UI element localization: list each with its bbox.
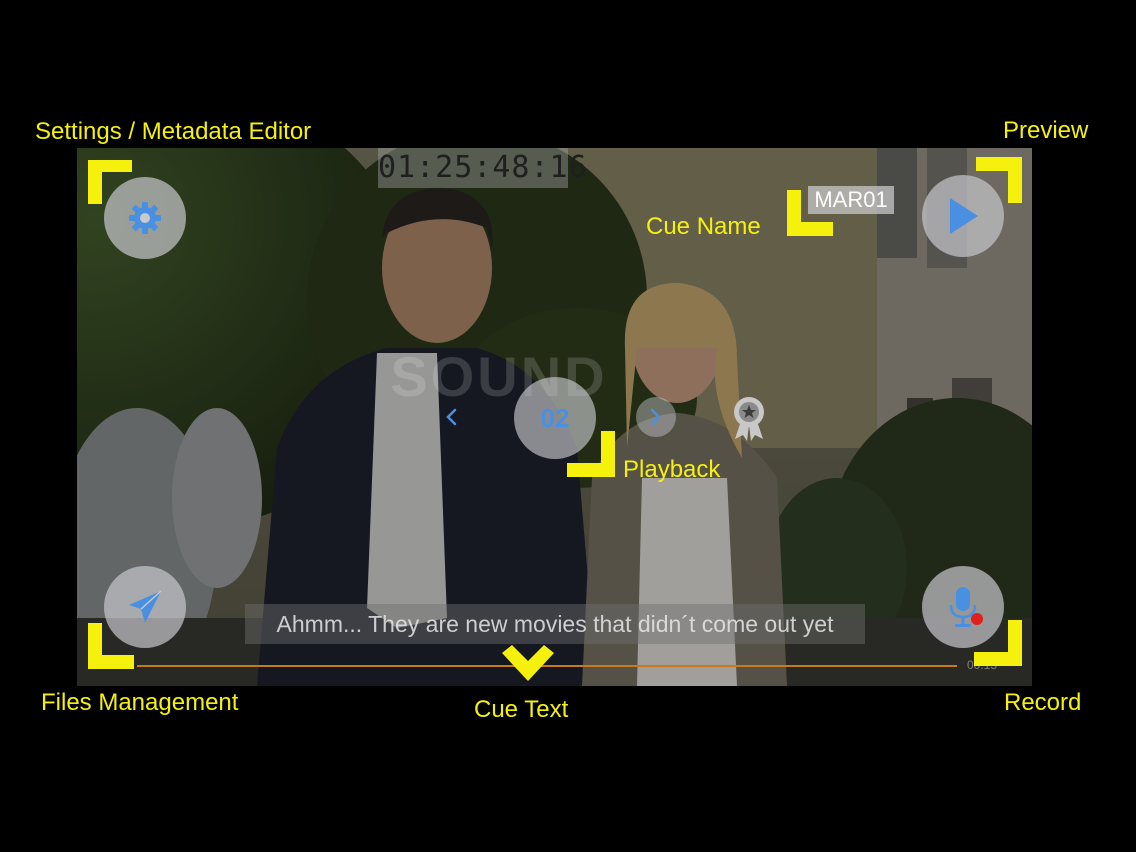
chevron-right-icon: [650, 408, 661, 426]
callout-record: Record: [1004, 689, 1082, 716]
callout-cue-name: Cue Name: [646, 213, 761, 240]
previous-cue-button[interactable]: [434, 400, 468, 434]
timecode-display: 01:25:48:16: [378, 148, 587, 188]
paper-plane-icon: [129, 590, 162, 623]
next-cue-button[interactable]: [636, 397, 676, 437]
chevron-down-cue-text-icon: [502, 645, 554, 681]
bracket-files-icon: [88, 623, 134, 669]
bracket-preview-icon: [976, 157, 1022, 203]
bracket-record-icon: [974, 620, 1022, 666]
bracket-settings-icon: [88, 160, 132, 204]
callout-cue-text: Cue Text: [474, 696, 569, 723]
cue-text[interactable]: Ahmm... They are new movies that didn´t …: [245, 604, 865, 644]
award-badge-icon[interactable]: [729, 395, 769, 441]
bracket-cue-name-icon: [787, 190, 833, 236]
video-player[interactable]: 01:25:48:16 MAR01 SOUND 02 Ahmm... They …: [77, 148, 1032, 686]
bracket-playback-icon: [567, 431, 615, 477]
play-icon: [950, 198, 978, 234]
callout-settings: Settings / Metadata Editor: [35, 118, 312, 145]
annotated-screenshot: 01:25:48:16 MAR01 SOUND 02 Ahmm... They …: [0, 0, 1136, 852]
callout-preview: Preview: [1003, 117, 1089, 144]
callout-files: Files Management: [41, 689, 239, 716]
chevron-left-icon: [446, 408, 457, 426]
callout-playback: Playback: [623, 456, 721, 483]
